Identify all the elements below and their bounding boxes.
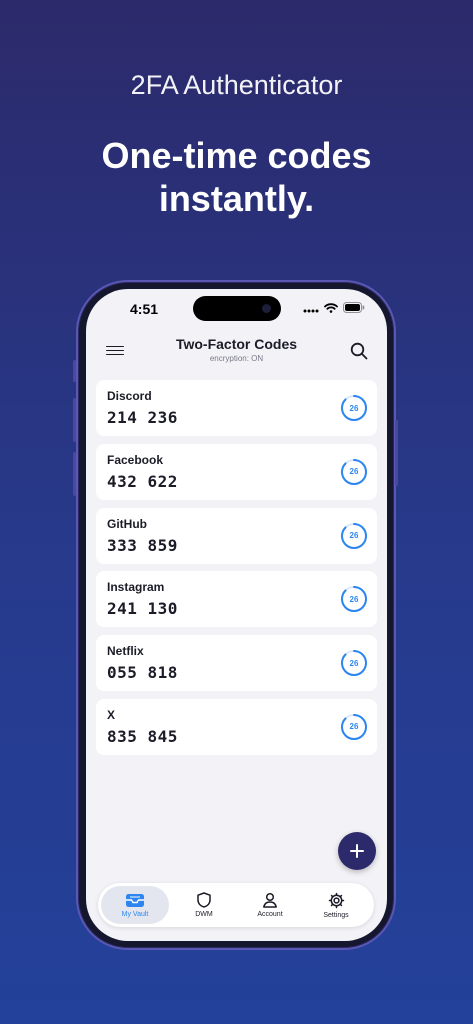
code-card-instagram[interactable]: Instagram 241 130 26 [96,571,377,628]
phone-volume-up-button [73,398,76,442]
status-time: 4:51 [130,301,159,317]
tab-my-vault[interactable]: My Vault [101,886,169,924]
countdown-seconds: 26 [349,531,359,541]
vault-tray-icon [126,893,144,907]
service-name: Instagram [107,580,165,595]
camera-icon [262,304,271,313]
phone-volume-down-button [73,452,76,496]
shield-icon [197,892,211,908]
service-name: Netflix [107,644,144,659]
person-icon [263,892,277,908]
otp-code[interactable]: 333 859 [107,536,178,555]
status-bar: 4:51 [86,289,387,333]
service-name: Discord [107,389,152,403]
code-card-x[interactable]: X 835 845 26 [96,698,377,755]
countdown-seconds: 26 [349,594,359,604]
page-title: Two-Factor Codes [175,336,298,352]
service-name: X [107,707,116,722]
search-icon[interactable] [349,341,369,361]
code-card-facebook[interactable]: Facebook 432 622 26 [96,443,377,500]
plus-icon [350,844,364,858]
service-name: Facebook [107,452,164,467]
add-code-button[interactable] [338,832,376,870]
status-icons [303,302,365,313]
tab-settings[interactable]: Settings [302,886,370,924]
app-header: Two-Factor Codes encryption: ON [86,333,387,375]
countdown-seconds: 26 [349,403,359,413]
promo-subtitle: 2FA Authenticator [130,70,343,100]
promo-headline-line-1: One-time codes [101,135,372,176]
countdown-seconds: 26 [349,722,359,732]
encryption-status: encryption: ON [209,354,264,363]
signal-icon [303,309,319,312]
tab-label: Account [257,911,283,918]
tab-label: My Vault [121,910,149,918]
battery-icon [343,302,365,313]
promo-headline: One-time codes instantly. [0,134,473,220]
phone-screen: 4:51 Two-Factor Codes encryption: ON Dis… [86,289,387,941]
otp-code[interactable]: 432 622 [107,472,178,491]
otp-code[interactable]: 214 236 [107,408,178,427]
countdown-seconds: 26 [349,658,359,668]
code-card-discord[interactable]: Discord 214 236 26 [96,380,377,436]
tab-bar: My Vault DWM Account Settings [98,883,374,927]
promo-headline-line-2: instantly. [158,178,315,219]
tab-label: Settings [323,911,349,919]
tab-label: DWM [195,911,213,918]
service-name: GitHub [107,516,147,531]
gear-icon [328,892,344,908]
phone-side-button [73,360,76,382]
wifi-icon [324,302,338,313]
code-list: Discord 214 236 26 Facebook 432 622 26 G… [96,380,377,763]
countdown-seconds: 26 [349,467,359,477]
otp-code[interactable]: 055 818 [107,663,178,682]
otp-code[interactable]: 835 845 [107,727,178,746]
code-card-netflix[interactable]: Netflix 055 818 26 [96,635,377,692]
phone-power-button [395,420,398,486]
otp-code[interactable]: 241 130 [107,599,178,618]
dynamic-island [193,296,281,321]
code-card-github[interactable]: GitHub 333 859 26 [96,507,377,564]
tab-account[interactable]: Account [236,886,304,924]
tab-dwm[interactable]: DWM [170,886,238,924]
